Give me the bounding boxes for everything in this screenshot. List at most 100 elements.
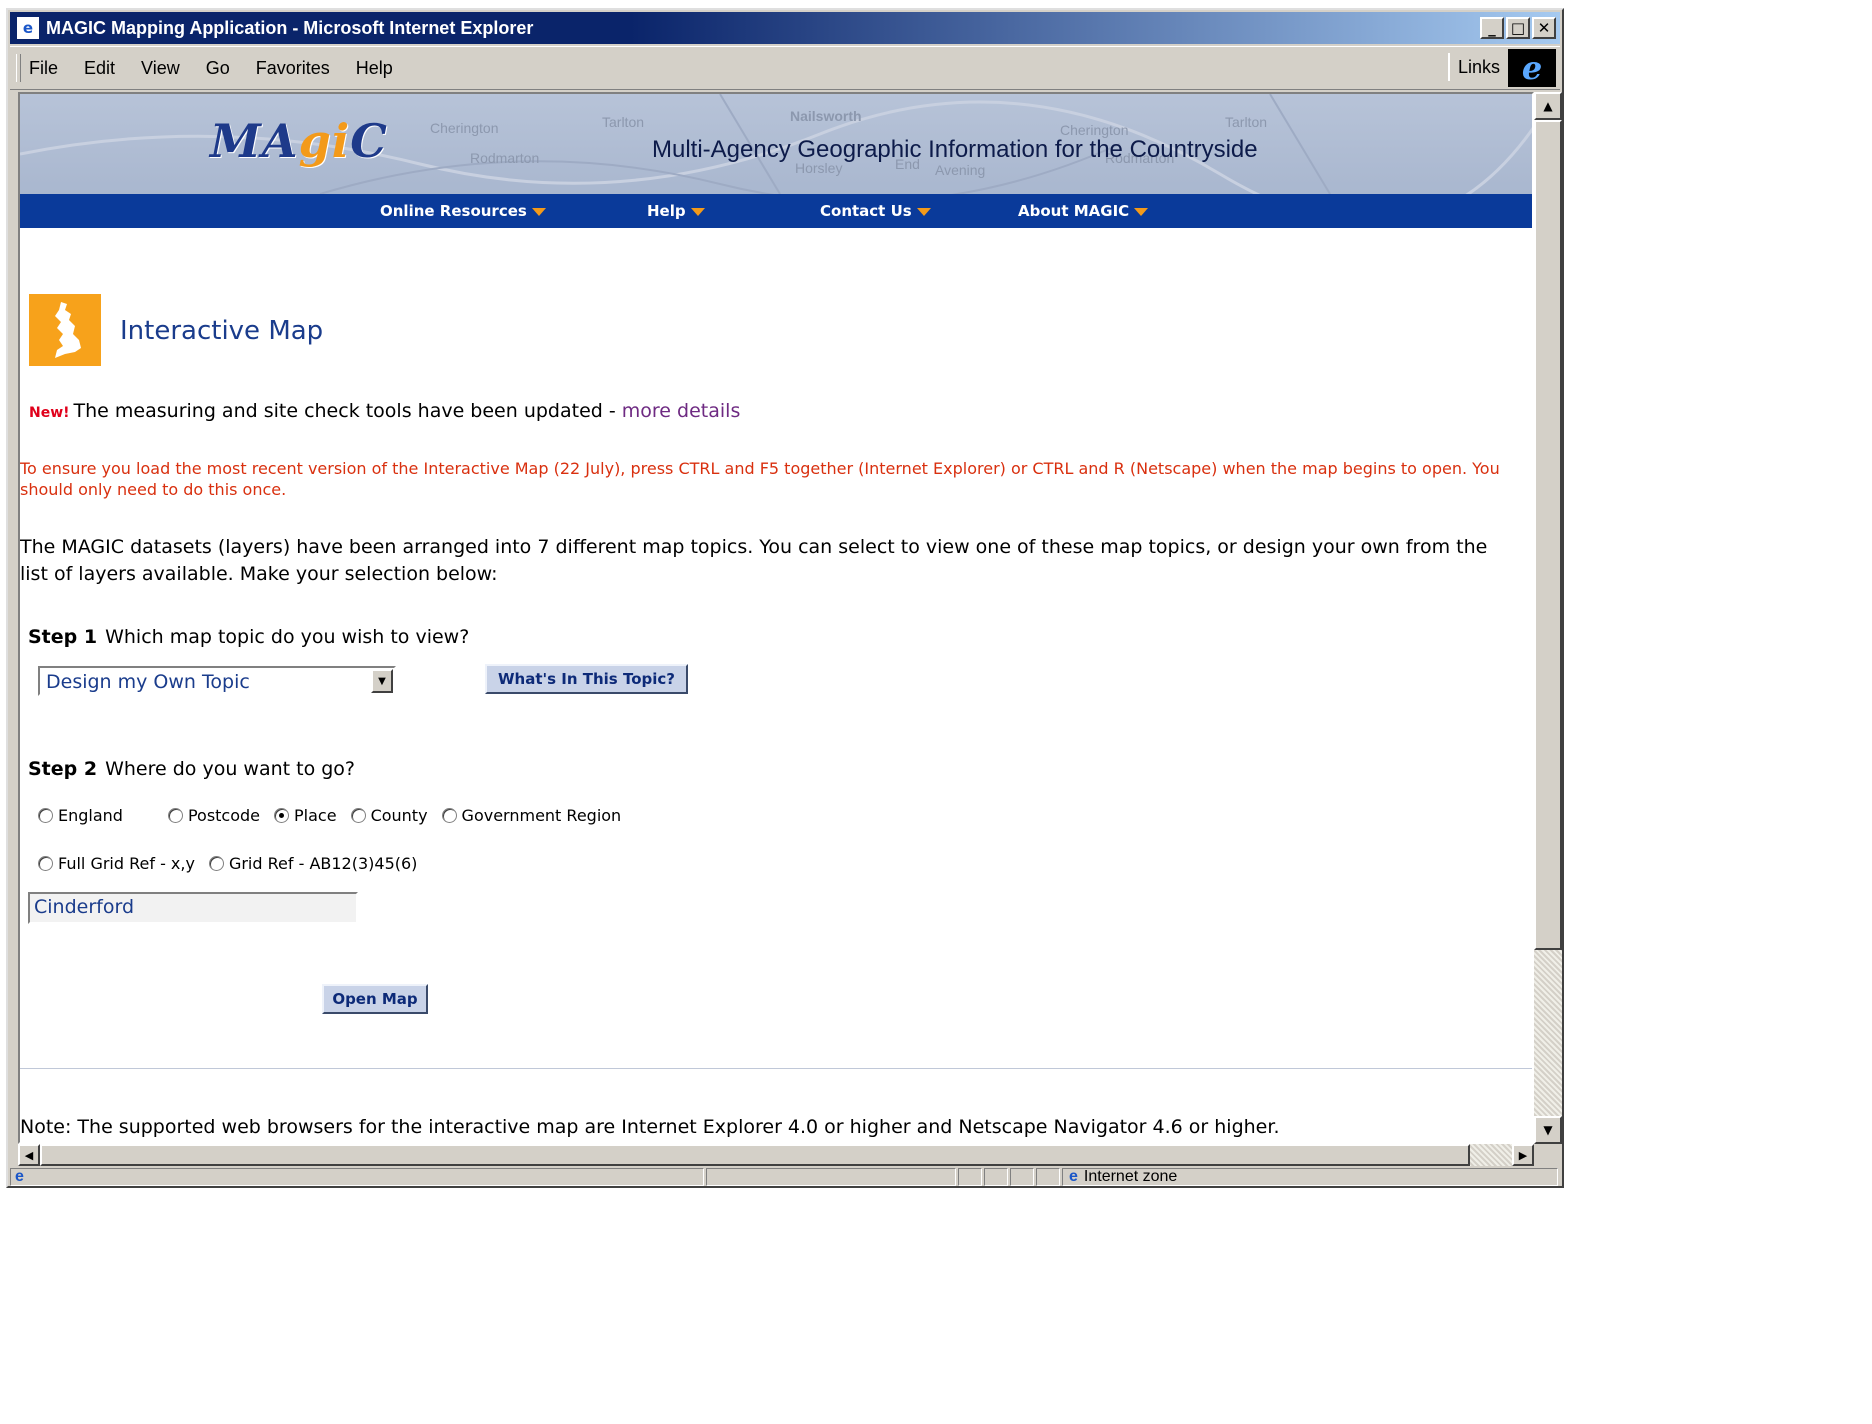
- map-label: Rodmarton: [470, 150, 540, 166]
- toolbar-grip: [16, 54, 21, 82]
- divider: [20, 1068, 1532, 1069]
- scroll-up-icon[interactable]: ▲: [1534, 92, 1562, 120]
- links-label: Links: [1457, 56, 1500, 77]
- nav-help[interactable]: Help: [647, 202, 705, 220]
- menu-view[interactable]: View: [141, 58, 180, 79]
- step2-text: Where do you want to go?: [105, 758, 356, 780]
- menu-favorites[interactable]: Favorites: [256, 58, 330, 79]
- radio-button-selected-icon[interactable]: [274, 808, 290, 823]
- menu-bar: File Edit View Go Favorites Help Links e: [10, 46, 1560, 90]
- map-label: Avening: [935, 162, 986, 178]
- nav-about-magic[interactable]: About MAGIC: [1018, 202, 1149, 220]
- magic-logo[interactable]: MAgiC: [210, 114, 388, 168]
- step2-heading: Step 2 Where do you want to go?: [28, 758, 355, 780]
- status-panel: [984, 1168, 1008, 1186]
- page-title: Interactive Map: [120, 316, 324, 346]
- minimize-button[interactable]: _: [1480, 17, 1504, 39]
- internet-zone-icon: e: [1069, 1168, 1078, 1185]
- radio-label: Full Grid Ref - x,y: [58, 854, 195, 873]
- map-label: Cherington: [430, 120, 499, 136]
- map-label: Tarlton: [602, 114, 645, 130]
- scroll-thumb[interactable]: [1534, 120, 1562, 950]
- nav-label: Contact Us: [820, 202, 912, 220]
- menu-help[interactable]: Help: [356, 58, 393, 79]
- place-input[interactable]: Cinderford: [28, 892, 358, 924]
- chevron-down-icon[interactable]: ▼: [371, 669, 393, 693]
- nav-label: Help: [647, 202, 686, 220]
- vertical-scrollbar[interactable]: ▲ ▼: [1534, 92, 1562, 1144]
- uk-map-icon: [29, 294, 101, 366]
- browser-support-note: Note: The supported web browsers for the…: [20, 1116, 1280, 1138]
- nav-online-resources[interactable]: Online Resources: [380, 202, 546, 220]
- location-radio-row-2: Full Grid Ref - x,y Grid Ref - AB12(3)45…: [38, 854, 417, 873]
- scroll-left-icon[interactable]: ◀: [18, 1144, 40, 1166]
- location-radio-row-1: England Postcode Place County Government…: [38, 806, 621, 825]
- scroll-right-icon[interactable]: ▶: [1512, 1144, 1534, 1166]
- radio-button-icon[interactable]: [38, 808, 53, 823]
- map-label: Tarlton: [1225, 114, 1268, 130]
- radio-button-icon[interactable]: [441, 808, 457, 823]
- radio-full-grid-ref[interactable]: Full Grid Ref - x,y: [38, 854, 195, 873]
- radio-label: Grid Ref - AB12(3)45(6): [228, 854, 418, 873]
- radio-postcode[interactable]: Postcode: [167, 806, 261, 825]
- whats-in-topic-button[interactable]: What's In This Topic?: [485, 664, 688, 694]
- step1-text: Which map topic do you wish to view?: [105, 626, 470, 648]
- radio-grid-ref[interactable]: Grid Ref - AB12(3)45(6): [208, 854, 418, 873]
- status-panel: [1010, 1168, 1034, 1186]
- nav-label: About MAGIC: [1018, 202, 1130, 220]
- main-nav: Online Resources Help Contact Us About M…: [20, 194, 1532, 228]
- radio-government-region[interactable]: Government Region: [441, 806, 622, 825]
- radio-button-icon[interactable]: [350, 808, 366, 823]
- dropdown-arrow-icon: [531, 207, 546, 216]
- topic-select-value: Design my Own Topic: [46, 671, 250, 693]
- nav-contact-us[interactable]: Contact Us: [820, 202, 931, 220]
- refresh-warning: To ensure you load the most recent versi…: [20, 459, 1500, 499]
- site-tagline: Multi-Agency Geographic Information for …: [652, 136, 1258, 163]
- radio-england[interactable]: England: [38, 806, 123, 825]
- more-details-link[interactable]: more details: [622, 400, 741, 422]
- open-map-button[interactable]: Open Map: [322, 984, 428, 1014]
- step1-heading: Step 1 Which map topic do you wish to vie…: [28, 626, 469, 648]
- radio-button-icon[interactable]: [167, 808, 183, 823]
- dropdown-arrow-icon: [916, 207, 931, 216]
- news-line: New! The measuring and site check tools h…: [29, 400, 740, 422]
- menu-file[interactable]: File: [29, 58, 58, 79]
- window-title: MAGIC Mapping Application - Microsoft In…: [46, 17, 534, 38]
- map-label: Nailsworth: [790, 108, 862, 124]
- radio-label: County: [370, 806, 428, 825]
- title-bar: e MAGIC Mapping Application - Microsoft …: [10, 12, 1560, 44]
- radio-place[interactable]: Place: [274, 806, 337, 825]
- status-page-icon: e: [10, 1168, 704, 1186]
- zone-panel: e Internet zone: [1062, 1168, 1558, 1186]
- nav-label: Online Resources: [380, 202, 527, 220]
- scroll-down-icon[interactable]: ▼: [1534, 1116, 1562, 1144]
- radio-label: Place: [294, 806, 337, 825]
- radio-county[interactable]: County: [350, 806, 428, 825]
- step1-label: Step 1: [28, 626, 98, 648]
- menu-edit[interactable]: Edit: [84, 58, 115, 79]
- status-bar: e e Internet zone: [10, 1168, 1560, 1186]
- radio-label: Government Region: [461, 806, 622, 825]
- menu-go[interactable]: Go: [206, 58, 230, 79]
- links-toolbar[interactable]: Links: [1447, 53, 1500, 81]
- horizontal-scrollbar[interactable]: ◀ ▶: [18, 1144, 1534, 1166]
- maximize-button[interactable]: □: [1506, 17, 1530, 39]
- hscroll-thumb[interactable]: [40, 1144, 1470, 1166]
- dropdown-arrow-icon: [690, 207, 705, 216]
- ie-throbber-icon: e: [1508, 49, 1556, 87]
- radio-label: Postcode: [187, 806, 261, 825]
- intro-text: The MAGIC datasets (layers) have been ar…: [20, 536, 1488, 585]
- radio-button-icon[interactable]: [208, 856, 224, 871]
- radio-button-icon[interactable]: [38, 856, 53, 871]
- close-button[interactable]: ✕: [1532, 17, 1556, 39]
- page-viewport: Nailsworth Cherington Tarlton Rodmarton …: [18, 92, 1534, 1144]
- radio-label: England: [58, 806, 123, 825]
- news-text: The measuring and site check tools have …: [73, 400, 622, 422]
- step2-label: Step 2: [28, 758, 98, 780]
- new-badge: New!: [29, 405, 70, 421]
- topic-select[interactable]: Design my Own Topic ▼: [38, 666, 396, 696]
- status-panel: [1036, 1168, 1060, 1186]
- site-banner: Nailsworth Cherington Tarlton Rodmarton …: [20, 94, 1532, 194]
- ie-app-icon: e: [16, 16, 40, 40]
- status-panel: [706, 1168, 956, 1186]
